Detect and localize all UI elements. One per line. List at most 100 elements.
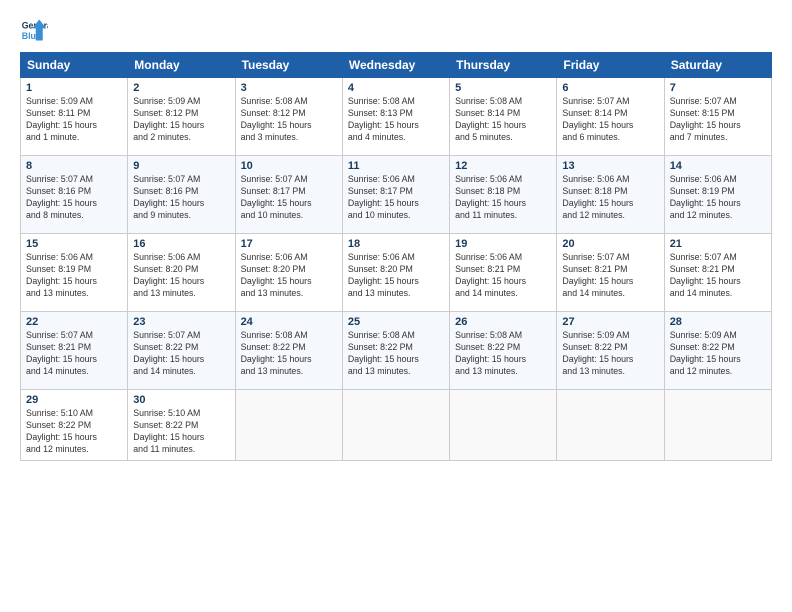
calendar-cell: 24 Sunrise: 5:08 AM Sunset: 8:22 PM Dayli… — [235, 312, 342, 390]
day-number: 11 — [348, 160, 444, 172]
day-info: Sunrise: 5:07 AM Sunset: 8:22 PM Dayligh… — [133, 330, 229, 378]
day-info: Sunrise: 5:07 AM Sunset: 8:17 PM Dayligh… — [241, 174, 337, 222]
day-info: Sunrise: 5:06 AM Sunset: 8:18 PM Dayligh… — [562, 174, 658, 222]
weekday-header-wednesday: Wednesday — [342, 53, 449, 78]
day-info: Sunrise: 5:07 AM Sunset: 8:15 PM Dayligh… — [670, 96, 766, 144]
calendar-week-row: 1 Sunrise: 5:09 AM Sunset: 8:11 PM Daylig… — [21, 78, 772, 156]
calendar-cell: 4 Sunrise: 5:08 AM Sunset: 8:13 PM Daylig… — [342, 78, 449, 156]
day-number: 16 — [133, 238, 229, 250]
calendar-cell: 28 Sunrise: 5:09 AM Sunset: 8:22 PM Dayli… — [664, 312, 771, 390]
day-info: Sunrise: 5:06 AM Sunset: 8:20 PM Dayligh… — [133, 252, 229, 300]
day-number: 18 — [348, 238, 444, 250]
calendar-cell — [235, 390, 342, 461]
day-number: 23 — [133, 316, 229, 328]
day-number: 28 — [670, 316, 766, 328]
calendar-cell: 7 Sunrise: 5:07 AM Sunset: 8:15 PM Daylig… — [664, 78, 771, 156]
day-info: Sunrise: 5:10 AM Sunset: 8:22 PM Dayligh… — [26, 408, 122, 456]
calendar-cell: 10 Sunrise: 5:07 AM Sunset: 8:17 PM Dayli… — [235, 156, 342, 234]
calendar-cell: 19Sunrise: 5:06 AM Sunset: 8:21 PM Dayli… — [450, 234, 557, 312]
day-info: Sunrise: 5:07 AM Sunset: 8:14 PM Dayligh… — [562, 96, 658, 144]
day-number: 29 — [26, 394, 122, 406]
calendar-cell: 9 Sunrise: 5:07 AM Sunset: 8:16 PM Daylig… — [128, 156, 235, 234]
day-info: Sunrise: 5:08 AM Sunset: 8:14 PM Dayligh… — [455, 96, 551, 144]
day-info: Sunrise: 5:06 AM Sunset: 8:19 PM Dayligh… — [670, 174, 766, 222]
logo-icon: General Blue — [20, 16, 48, 44]
day-number: 17 — [241, 238, 337, 250]
day-number: 26 — [455, 316, 551, 328]
day-number: 24 — [241, 316, 337, 328]
calendar-cell: 20Sunrise: 5:07 AM Sunset: 8:21 PM Dayli… — [557, 234, 664, 312]
logo: General Blue — [20, 16, 48, 44]
day-info: Sunrise: 5:08 AM Sunset: 8:12 PM Dayligh… — [241, 96, 337, 144]
day-number: 6 — [562, 82, 658, 94]
calendar-cell: 2 Sunrise: 5:09 AM Sunset: 8:12 PM Daylig… — [128, 78, 235, 156]
calendar-cell — [342, 390, 449, 461]
day-info: Sunrise: 5:09 AM Sunset: 8:11 PM Dayligh… — [26, 96, 122, 144]
day-info: Sunrise: 5:07 AM Sunset: 8:16 PM Dayligh… — [133, 174, 229, 222]
calendar-cell — [664, 390, 771, 461]
day-number: 10 — [241, 160, 337, 172]
day-info: Sunrise: 5:06 AM Sunset: 8:18 PM Dayligh… — [455, 174, 551, 222]
day-number: 8 — [26, 160, 122, 172]
day-number: 30 — [133, 394, 229, 406]
calendar-cell: 30 Sunrise: 5:10 AM Sunset: 8:22 PM Dayli… — [128, 390, 235, 461]
weekday-header-friday: Friday — [557, 53, 664, 78]
day-info: Sunrise: 5:08 AM Sunset: 8:22 PM Dayligh… — [241, 330, 337, 378]
day-number: 12 — [455, 160, 551, 172]
calendar-cell: 21Sunrise: 5:07 AM Sunset: 8:21 PM Dayli… — [664, 234, 771, 312]
day-info: Sunrise: 5:08 AM Sunset: 8:13 PM Dayligh… — [348, 96, 444, 144]
calendar-cell: 29 Sunrise: 5:10 AM Sunset: 8:22 PM Dayli… — [21, 390, 128, 461]
day-number: 9 — [133, 160, 229, 172]
day-number: 27 — [562, 316, 658, 328]
calendar-cell: 11Sunrise: 5:06 AM Sunset: 8:17 PM Dayli… — [342, 156, 449, 234]
calendar-cell: 1 Sunrise: 5:09 AM Sunset: 8:11 PM Daylig… — [21, 78, 128, 156]
weekday-header-row: SundayMondayTuesdayWednesdayThursdayFrid… — [21, 53, 772, 78]
day-number: 13 — [562, 160, 658, 172]
day-info: Sunrise: 5:07 AM Sunset: 8:21 PM Dayligh… — [562, 252, 658, 300]
calendar-cell: 5 Sunrise: 5:08 AM Sunset: 8:14 PM Daylig… — [450, 78, 557, 156]
day-info: Sunrise: 5:08 AM Sunset: 8:22 PM Dayligh… — [348, 330, 444, 378]
weekday-header-saturday: Saturday — [664, 53, 771, 78]
weekday-header-sunday: Sunday — [21, 53, 128, 78]
day-number: 1 — [26, 82, 122, 94]
calendar-cell: 12 Sunrise: 5:06 AM Sunset: 8:18 PM Dayli… — [450, 156, 557, 234]
day-info: Sunrise: 5:09 AM Sunset: 8:22 PM Dayligh… — [670, 330, 766, 378]
calendar-cell: 13 Sunrise: 5:06 AM Sunset: 8:18 PM Dayli… — [557, 156, 664, 234]
calendar-week-row: 22Sunrise: 5:07 AM Sunset: 8:21 PM Dayli… — [21, 312, 772, 390]
day-info: Sunrise: 5:09 AM Sunset: 8:12 PM Dayligh… — [133, 96, 229, 144]
day-number: 25 — [348, 316, 444, 328]
day-info: Sunrise: 5:06 AM Sunset: 8:20 PM Dayligh… — [241, 252, 337, 300]
day-info: Sunrise: 5:10 AM Sunset: 8:22 PM Dayligh… — [133, 408, 229, 456]
calendar-week-row: 15Sunrise: 5:06 AM Sunset: 8:19 PM Dayli… — [21, 234, 772, 312]
day-info: Sunrise: 5:06 AM Sunset: 8:20 PM Dayligh… — [348, 252, 444, 300]
day-number: 4 — [348, 82, 444, 94]
day-number: 21 — [670, 238, 766, 250]
calendar-cell: 23 Sunrise: 5:07 AM Sunset: 8:22 PM Dayli… — [128, 312, 235, 390]
calendar-cell: 8 Sunrise: 5:07 AM Sunset: 8:16 PM Daylig… — [21, 156, 128, 234]
calendar-week-row: 29 Sunrise: 5:10 AM Sunset: 8:22 PM Dayli… — [21, 390, 772, 461]
weekday-header-tuesday: Tuesday — [235, 53, 342, 78]
day-number: 19 — [455, 238, 551, 250]
day-info: Sunrise: 5:07 AM Sunset: 8:16 PM Dayligh… — [26, 174, 122, 222]
calendar-cell: 17 Sunrise: 5:06 AM Sunset: 8:20 PM Dayli… — [235, 234, 342, 312]
day-number: 7 — [670, 82, 766, 94]
calendar-cell: 27 Sunrise: 5:09 AM Sunset: 8:22 PM Dayli… — [557, 312, 664, 390]
page: General Blue SundayMondayTuesdayWednesda… — [0, 0, 792, 477]
day-info: Sunrise: 5:08 AM Sunset: 8:22 PM Dayligh… — [455, 330, 551, 378]
calendar-cell: 3Sunrise: 5:08 AM Sunset: 8:12 PM Daylig… — [235, 78, 342, 156]
calendar-cell: 26 Sunrise: 5:08 AM Sunset: 8:22 PM Dayli… — [450, 312, 557, 390]
calendar-week-row: 8 Sunrise: 5:07 AM Sunset: 8:16 PM Daylig… — [21, 156, 772, 234]
day-number: 5 — [455, 82, 551, 94]
day-info: Sunrise: 5:06 AM Sunset: 8:19 PM Dayligh… — [26, 252, 122, 300]
day-number: 14 — [670, 160, 766, 172]
calendar-cell: 18 Sunrise: 5:06 AM Sunset: 8:20 PM Dayli… — [342, 234, 449, 312]
calendar-cell: 25 Sunrise: 5:08 AM Sunset: 8:22 PM Dayli… — [342, 312, 449, 390]
day-number: 2 — [133, 82, 229, 94]
calendar-cell: 22Sunrise: 5:07 AM Sunset: 8:21 PM Dayli… — [21, 312, 128, 390]
calendar-cell: 15Sunrise: 5:06 AM Sunset: 8:19 PM Dayli… — [21, 234, 128, 312]
header: General Blue — [20, 16, 772, 44]
day-number: 22 — [26, 316, 122, 328]
calendar-cell — [557, 390, 664, 461]
calendar-cell: 14 Sunrise: 5:06 AM Sunset: 8:19 PM Dayli… — [664, 156, 771, 234]
day-info: Sunrise: 5:09 AM Sunset: 8:22 PM Dayligh… — [562, 330, 658, 378]
